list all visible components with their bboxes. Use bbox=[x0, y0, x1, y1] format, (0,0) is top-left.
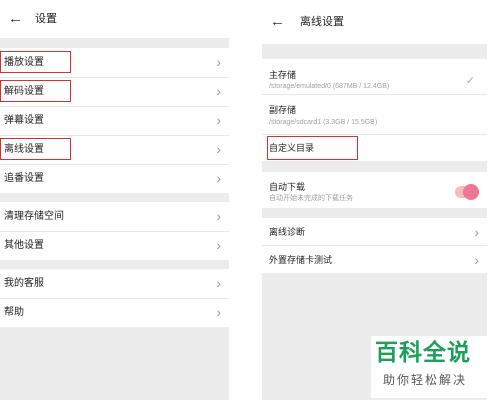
settings-item-label: 追番设置 bbox=[4, 173, 44, 184]
settings-item-label: 其他设置 bbox=[4, 240, 44, 251]
settings-item-label: 弹幕设置 bbox=[4, 115, 44, 126]
chevron-right-icon: › bbox=[216, 83, 221, 99]
chevron-right-icon: › bbox=[216, 141, 221, 157]
storage-path: /storage/emulated/0 (687MB / 12.4GB) bbox=[269, 83, 390, 90]
chevron-right-icon: › bbox=[474, 224, 479, 240]
settings-header: ← 设置 bbox=[0, 0, 229, 38]
settings-item-label: 帮助 bbox=[4, 307, 24, 318]
auto-download-toggle[interactable] bbox=[455, 184, 479, 200]
settings-item-label: 清理存储空间 bbox=[4, 211, 64, 222]
chevron-right-icon: › bbox=[216, 304, 221, 320]
auto-download-group: 自动下载 自动开始未完成的下载任务 bbox=[262, 172, 487, 208]
settings-item-help[interactable]: 帮助 › bbox=[0, 298, 229, 327]
settings-panel: ← 设置 播放设置 › 解码设置 › 弹幕设置 › 离线设置 › 追番设置 › … bbox=[0, 0, 229, 400]
arrow-left-icon[interactable]: ← bbox=[270, 13, 285, 31]
highlight-box-playback bbox=[0, 51, 71, 73]
offline-diagnostics-item[interactable]: 离线诊断 › bbox=[262, 218, 487, 245]
storage-option-secondary[interactable]: 副存储 /storage/sdcard1 (3.3GB / 15.5GB) bbox=[262, 94, 487, 134]
storage-title: 主存储 bbox=[269, 70, 297, 80]
chevron-right-icon: › bbox=[216, 170, 221, 186]
offline-header: ← 离线设置 bbox=[262, 0, 487, 44]
settings-item-other[interactable]: 其他设置 › bbox=[0, 231, 229, 260]
toggle-knob bbox=[463, 184, 479, 200]
settings-item-bangumi[interactable]: 追番设置 › bbox=[0, 164, 229, 193]
watermark-logo: 百科全说 助你轻松解决 bbox=[371, 336, 489, 398]
storage-option-primary[interactable]: 主存储 /storage/emulated/0 (687MB / 12.4GB)… bbox=[262, 59, 487, 94]
chevron-right-icon: › bbox=[216, 112, 221, 128]
settings-item-label: 外置存储卡测试 bbox=[269, 255, 333, 265]
page-title: 设置 bbox=[35, 13, 57, 25]
storage-path: /storage/sdcard1 (3.3GB / 15.5GB) bbox=[269, 119, 378, 126]
settings-item-clear-storage[interactable]: 清理存储空间 › bbox=[0, 202, 229, 231]
settings-item-label: 我的客服 bbox=[4, 278, 44, 289]
page-title: 离线设置 bbox=[300, 16, 344, 28]
watermark-title: 百科全说 bbox=[375, 339, 471, 365]
settings-item-danmaku[interactable]: 弹幕设置 › bbox=[0, 106, 229, 135]
settings-group-3: 我的客服 › 帮助 › bbox=[0, 269, 229, 327]
auto-download-title: 自动下载 bbox=[269, 182, 306, 192]
chevron-right-icon: › bbox=[216, 237, 221, 253]
storage-title: 副存储 bbox=[269, 105, 297, 115]
settings-group-2: 清理存储空间 › 其他设置 › bbox=[0, 202, 229, 260]
chevron-right-icon: › bbox=[216, 208, 221, 224]
arrow-left-icon[interactable]: ← bbox=[8, 10, 23, 28]
highlight-box-decoding bbox=[0, 80, 71, 102]
settings-item-customer-service[interactable]: 我的客服 › bbox=[0, 269, 229, 298]
highlight-box-offline bbox=[0, 138, 71, 160]
auto-download-subtitle: 自动开始未完成的下载任务 bbox=[269, 195, 353, 202]
settings-item-label: 离线诊断 bbox=[269, 227, 306, 237]
tools-group: 离线诊断 › 外置存储卡测试 › bbox=[262, 218, 487, 273]
highlight-box-custom-directory bbox=[267, 136, 358, 160]
check-icon: ✓ bbox=[465, 75, 475, 87]
auto-download-row: 自动下载 自动开始未完成的下载任务 bbox=[262, 172, 487, 208]
sdcard-test-item[interactable]: 外置存储卡测试 › bbox=[262, 246, 487, 273]
watermark-subtitle: 助你轻松解决 bbox=[383, 373, 468, 387]
chevron-right-icon: › bbox=[216, 54, 221, 70]
chevron-right-icon: › bbox=[216, 275, 221, 291]
chevron-right-icon: › bbox=[474, 252, 479, 268]
